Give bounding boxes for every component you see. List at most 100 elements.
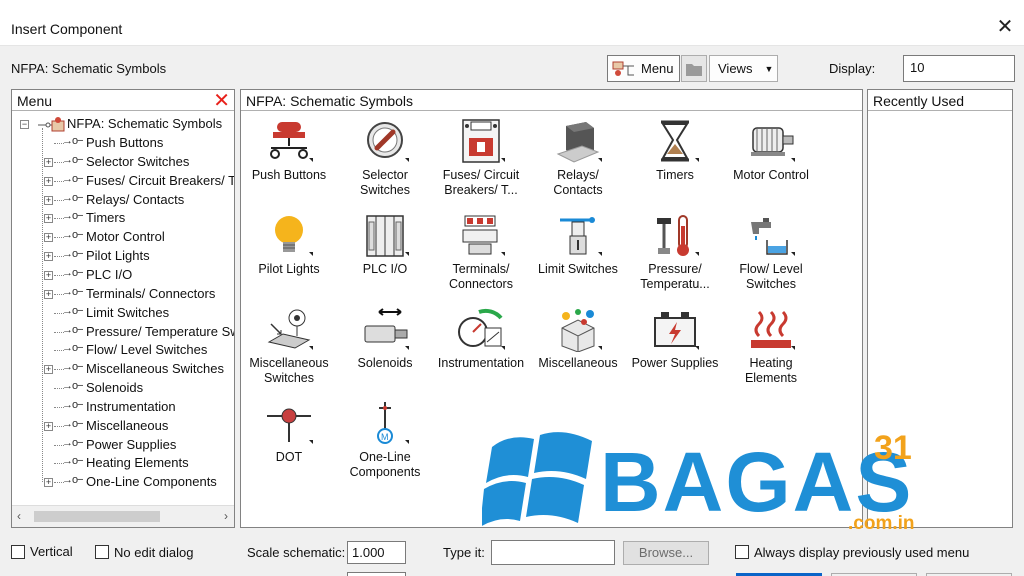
fuse-breaker-icon <box>455 118 507 164</box>
symbol-label-line1: Instrumentation <box>437 356 525 370</box>
horizontal-scrollbar[interactable]: ‹ › <box>12 505 234 527</box>
tree-item[interactable]: →o− Instrumentation <box>12 398 234 417</box>
symbol-tile[interactable]: Solenoids <box>337 278 433 372</box>
symbol-tile[interactable]: Pressure/Temperatu... <box>627 184 723 291</box>
symbol-label-line1: Motor Control <box>733 168 809 182</box>
symbol-tile[interactable]: Motor Control <box>723 90 819 184</box>
expand-icon[interactable]: + <box>44 270 53 280</box>
symbol-label-line1: Timers <box>656 168 694 182</box>
symbol-tile[interactable]: Miscellaneous Switches <box>241 278 337 385</box>
symbol-tile[interactable]: M One-Line Components <box>337 372 433 479</box>
expand-icon[interactable]: + <box>44 421 53 431</box>
schematic-root-icon <box>38 117 65 132</box>
scroll-left-icon[interactable]: ‹ <box>17 509 21 523</box>
menu-button[interactable]: Menu <box>607 55 680 82</box>
symbol-label-line1: Miscellaneous <box>538 356 618 370</box>
tree-item[interactable]: →o− Solenoids <box>12 379 234 398</box>
folder-button[interactable] <box>681 55 707 82</box>
recently-used-header: Recently Used <box>868 90 1012 111</box>
tree-item[interactable]: + →o− Selector Switches <box>12 153 234 172</box>
symbol-tile[interactable]: Instrumentation <box>433 278 529 372</box>
expand-icon[interactable]: + <box>44 214 53 224</box>
selector-switch-icon <box>359 118 411 164</box>
expand-icon[interactable]: + <box>44 252 53 262</box>
vertical-checkbox[interactable] <box>11 545 25 559</box>
symbol-tile[interactable]: Miscellaneous <box>530 278 626 372</box>
misc-box-icon <box>552 306 604 353</box>
views-button[interactable]: Views ▼ <box>709 55 778 82</box>
symbol-label-line1: One-Line <box>359 450 411 464</box>
browse-button[interactable]: Browse... <box>623 541 709 565</box>
symbol-tile[interactable]: Heating Elements <box>723 278 819 385</box>
scrollbar-thumb[interactable] <box>34 511 160 522</box>
tree-root[interactable]: − NFPA: Schematic Symbols <box>12 115 234 134</box>
tree-item[interactable]: + →o− Motor Control <box>12 228 234 247</box>
symbol-tile[interactable]: Pilot Lights <box>241 184 337 278</box>
contact-node-icon: →o− <box>62 248 84 261</box>
tree-item-label: Terminals/ Connectors <box>86 285 216 301</box>
title-bar: Insert Component ✕ <box>0 0 1024 46</box>
tree-item[interactable]: + →o− Miscellaneous Switches <box>12 360 234 379</box>
expand-icon[interactable]: + <box>44 289 53 299</box>
expand-icon[interactable]: + <box>44 365 53 375</box>
scroll-right-icon[interactable]: › <box>224 509 228 523</box>
tree-item[interactable]: + →o− Pilot Lights <box>12 247 234 266</box>
tree-item-label: Power Supplies <box>86 436 177 452</box>
symbol-tile[interactable]: PLC I/O <box>337 184 433 278</box>
tree-item[interactable]: + →o− Miscellaneous <box>12 417 234 436</box>
symbol-tile[interactable]: Flow/ Level Switches <box>723 184 819 291</box>
expand-icon[interactable]: + <box>44 157 53 167</box>
battery-icon <box>649 306 701 352</box>
symbol-tile[interactable]: Selector Switches <box>337 90 433 197</box>
symbol-tile[interactable]: Terminals/Connectors <box>433 184 529 291</box>
tree-item[interactable]: + →o− Fuses/ Circuit Breakers/ Tr <box>12 172 234 191</box>
tree-item[interactable]: →o− Push Buttons <box>12 134 234 153</box>
tree-item[interactable]: →o− Pressure/ Temperature Sw <box>12 323 234 342</box>
expand-icon[interactable]: + <box>44 176 53 186</box>
expand-icon[interactable]: + <box>44 233 53 243</box>
plc-icon <box>359 212 411 258</box>
symbol-tile[interactable]: Power Supplies <box>627 278 723 372</box>
scale-schematic-input[interactable]: 1.000 <box>347 541 406 564</box>
tree-item[interactable]: →o− Limit Switches <box>12 304 234 323</box>
tree-item[interactable]: + →o− One-Line Components <box>12 473 234 492</box>
tree-item[interactable]: + →o− Relays/ Contacts <box>12 191 234 210</box>
svg-text:M: M <box>381 432 389 442</box>
symbol-label-line1: Pressure/ <box>648 262 702 276</box>
tree-item-label: Motor Control <box>86 229 165 245</box>
close-icon[interactable]: ✕ <box>994 16 1016 38</box>
always-display-checkbox[interactable] <box>735 545 749 559</box>
symbol-tile[interactable]: Push Buttons <box>241 90 337 184</box>
close-menu-icon[interactable]: ✕ <box>213 91 230 111</box>
tree-item[interactable]: →o− Power Supplies <box>12 436 234 455</box>
chevron-down-icon: ▼ <box>764 63 774 74</box>
symbol-tile[interactable]: Fuses/ Circuit Breakers/ T... <box>433 90 529 197</box>
tree-item[interactable]: + →o− Terminals/ Connectors <box>12 285 234 304</box>
tree-item[interactable]: + →o− Timers <box>12 209 234 228</box>
tree-item[interactable]: + →o− PLC I/O <box>12 266 234 285</box>
symbol-tile[interactable]: DOT <box>241 372 337 466</box>
contact-node-icon: →o− <box>62 436 84 449</box>
display-input[interactable]: 10 <box>903 55 1015 82</box>
tree-item-label: Pressure/ Temperature Sw <box>86 323 234 339</box>
terminal-icon <box>455 212 507 258</box>
symbol-tile[interactable]: Timers <box>627 90 723 184</box>
no-edit-dialog-checkbox[interactable] <box>95 545 109 559</box>
expand-icon[interactable]: + <box>44 478 53 488</box>
second-input-partial[interactable] <box>347 572 406 576</box>
tree-item[interactable]: →o− Heating Elements <box>12 454 234 473</box>
tree-item[interactable]: →o− Flow/ Level Switches <box>12 341 234 360</box>
type-it-input[interactable] <box>491 540 615 565</box>
symbol-tile[interactable]: Relays/Contacts <box>530 90 626 197</box>
symbol-label-line1: Heating <box>749 356 793 370</box>
contact-node-icon: →o− <box>62 455 84 468</box>
symbol-tile[interactable]: Limit Switches <box>530 184 626 278</box>
collapse-icon[interactable]: − <box>20 120 29 129</box>
scale-schematic-label: Scale schematic: <box>247 545 346 560</box>
contact-node-icon: →o− <box>62 135 84 147</box>
symbol-label-line1: Relays/ <box>557 168 599 182</box>
expand-icon[interactable]: + <box>44 195 53 205</box>
contact-node-icon: →o− <box>62 172 84 185</box>
symbol-label-line1: Terminals/ <box>452 262 510 276</box>
menu-panel: Menu ✕ − NFPA: Schematic Symbols →o− Push B… <box>11 89 235 528</box>
